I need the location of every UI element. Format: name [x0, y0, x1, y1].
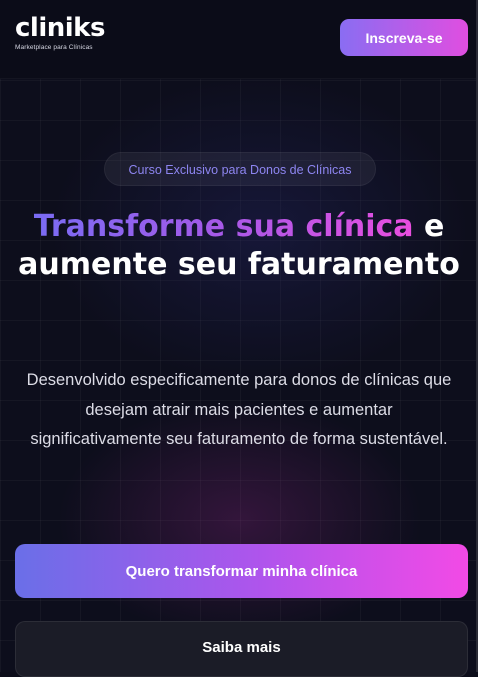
- hero-headline: Transforme sua clínica e aumente seu fat…: [10, 208, 468, 284]
- headline-highlight: Transforme sua clínica: [33, 209, 414, 244]
- site-header: cliniks Marketplace para Clínicas Inscre…: [0, 0, 478, 79]
- transform-clinic-button[interactable]: Quero transformar minha clínica: [15, 544, 468, 598]
- learn-more-button[interactable]: Saiba mais: [15, 621, 468, 677]
- course-badge: Curso Exclusivo para Donos de Clínicas: [104, 152, 376, 186]
- logo[interactable]: cliniks Marketplace para Clínicas: [15, 14, 105, 51]
- signup-button[interactable]: Inscreva-se: [340, 19, 468, 56]
- hero-description: Desenvolvido especificamente para donos …: [26, 371, 452, 448]
- logo-wordmark: cliniks: [15, 13, 105, 43]
- logo-tagline: Marketplace para Clínicas: [15, 44, 93, 51]
